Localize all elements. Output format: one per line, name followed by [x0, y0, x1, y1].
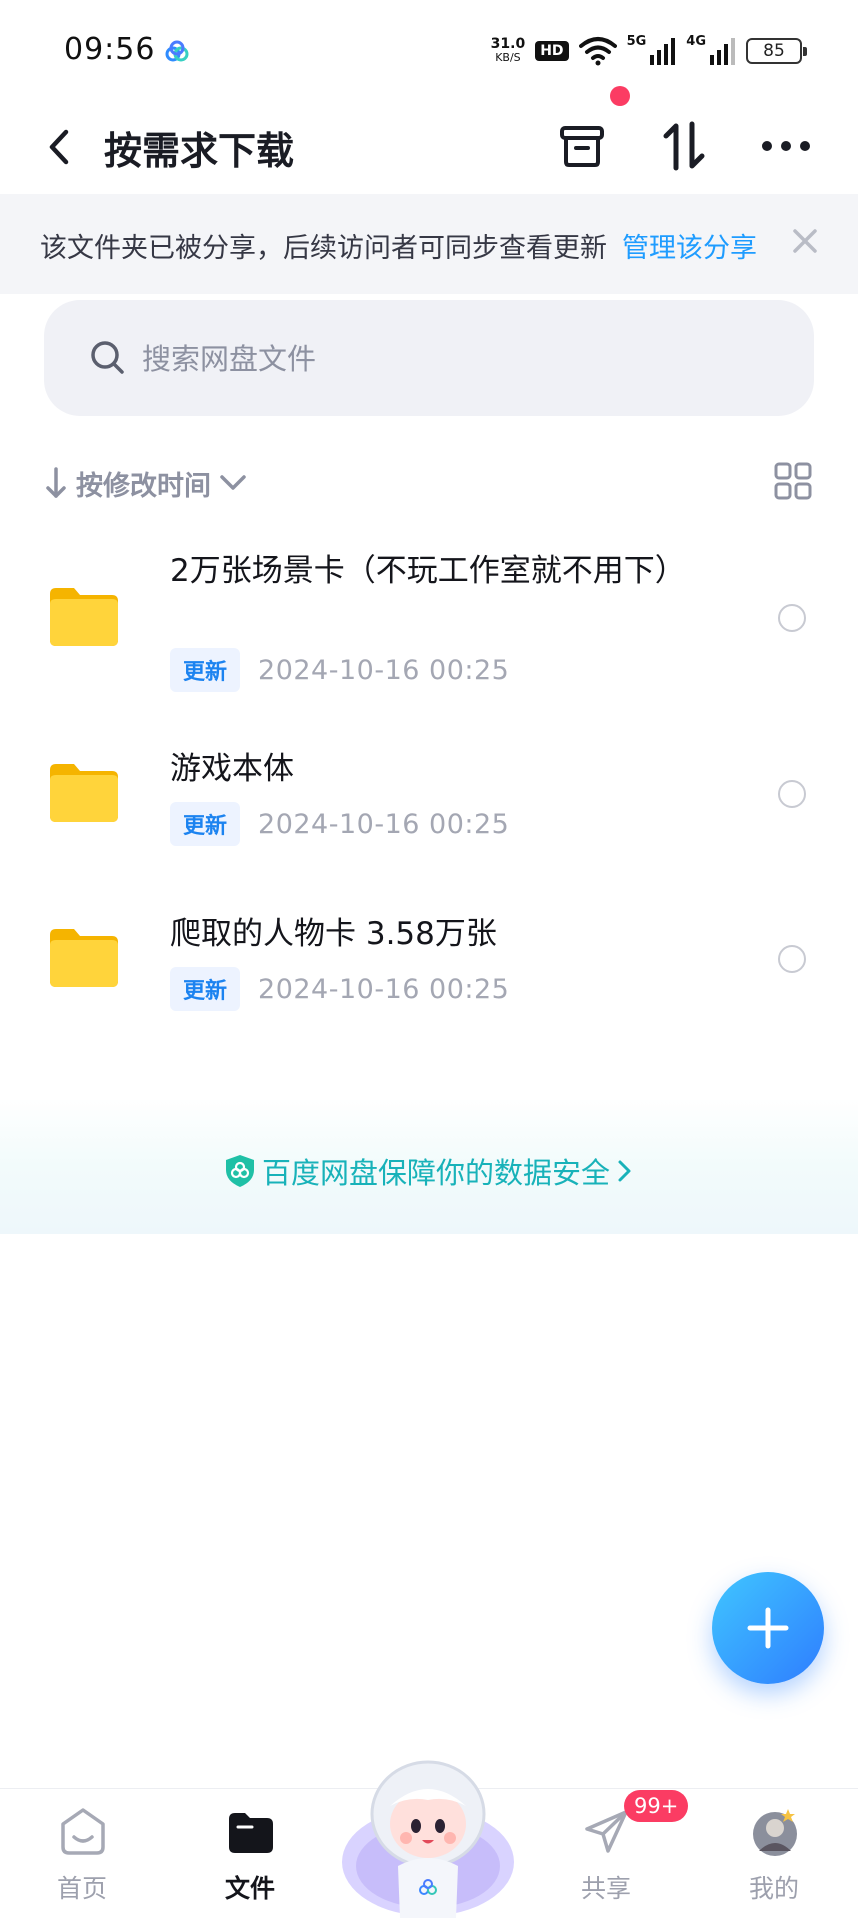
battery-icon: 85: [746, 38, 807, 64]
file-meta: 更新 2024-10-16 00:25: [170, 967, 509, 1011]
tab-profile[interactable]: 我的: [714, 1803, 834, 1913]
network-speed-unit: KB/S: [495, 51, 521, 64]
back-arrow-icon[interactable]: [40, 124, 80, 170]
page-title: 按需求下载: [104, 129, 295, 173]
folder-icon: [50, 764, 118, 822]
folder-tab-icon: [229, 1813, 273, 1853]
file-name: 爬取的人物卡 3.58万张: [170, 916, 497, 952]
transfer-button[interactable]: [652, 114, 716, 178]
tab-files[interactable]: 文件: [190, 1803, 310, 1913]
archive-box-icon: [560, 126, 604, 167]
file-meta: 更新 2024-10-16 00:25: [170, 802, 509, 846]
plus-icon: [747, 1607, 789, 1649]
search-input[interactable]: [140, 336, 744, 382]
shield-icon: [225, 1155, 254, 1187]
file-name: 2万张场景卡（不玩工作室就不用下）: [170, 553, 686, 589]
file-name: 游戏本体: [170, 751, 294, 787]
file-row[interactable]: 2万张场景卡（不玩工作室就不用下） 更新 2024-10-16 00:25: [0, 540, 858, 692]
battery-level: 85: [763, 41, 785, 61]
transfer-icon: [663, 121, 705, 171]
home-icon: [61, 1808, 105, 1855]
network-speed: 31.0 KB/S: [491, 37, 526, 65]
folder-icon: [50, 588, 118, 646]
share-banner: 该文件夹已被分享，后续访问者可同步查看更新 管理该分享: [0, 194, 858, 294]
hd-voice-icon: HD: [535, 41, 569, 61]
select-radio[interactable]: [778, 780, 806, 808]
signal-4g-icon: [710, 38, 735, 65]
tab-label: 文件: [224, 1874, 275, 1903]
network-4g-label: 4G: [686, 34, 706, 49]
file-row[interactable]: 爬取的人物卡 3.58万张 更新 2024-10-16 00:25: [0, 905, 858, 1025]
network-speed-value: 31.0: [490, 36, 526, 52]
file-meta: 更新 2024-10-16 00:25: [170, 648, 509, 692]
add-button[interactable]: [712, 1572, 824, 1684]
status-bar: 09:56 31.0 KB/S HD 5G 4G 85: [0, 0, 858, 100]
security-banner-content: 百度网盘保障你的数据安全: [0, 1150, 858, 1192]
search-icon: [91, 341, 124, 374]
grid-view-icon[interactable]: [774, 462, 812, 500]
update-badge: 更新: [170, 802, 241, 846]
close-icon[interactable]: [790, 226, 820, 256]
app-header: 按需求下载: [0, 100, 858, 194]
wifi-icon: [578, 37, 617, 66]
select-radio[interactable]: [778, 604, 806, 632]
paper-plane-icon: [585, 1810, 628, 1853]
manage-share-link[interactable]: 管理该分享: [622, 226, 757, 265]
security-text: 百度网盘保障你的数据安全: [261, 1156, 610, 1190]
status-time: 09:56: [64, 32, 156, 67]
share-count-badge: 99+: [624, 1790, 689, 1822]
tab-label: 我的: [748, 1874, 799, 1903]
more-icon: [762, 141, 810, 151]
status-indicators: 31.0 KB/S HD 5G 4G 85: [491, 34, 807, 68]
file-date: 2024-10-16 00:25: [258, 973, 510, 1005]
chevron-right-icon: [618, 1160, 631, 1182]
more-button[interactable]: [754, 114, 818, 178]
mascot-button[interactable]: [338, 1742, 518, 1918]
notification-dot: [610, 86, 630, 106]
security-banner[interactable]: 百度网盘保障你的数据安全: [0, 1098, 858, 1234]
tab-label: 共享: [580, 1874, 631, 1903]
update-badge: 更新: [170, 967, 241, 1011]
tab-label: 首页: [56, 1874, 107, 1903]
search-bar[interactable]: [44, 300, 814, 416]
share-banner-text: 该文件夹已被分享，后续访问者可同步查看更新: [40, 233, 607, 264]
update-badge: 更新: [170, 648, 241, 692]
select-radio[interactable]: [778, 945, 806, 973]
sort-arrow-icon: [46, 467, 66, 498]
tab-home[interactable]: 首页: [22, 1803, 142, 1913]
file-date: 2024-10-16 00:25: [258, 654, 510, 686]
network-5g-label: 5G: [626, 34, 647, 49]
archive-button[interactable]: [550, 114, 614, 178]
sort-control[interactable]: 按修改时间: [44, 458, 247, 508]
sort-label: 按修改时间: [76, 470, 211, 502]
file-row[interactable]: 游戏本体 更新 2024-10-16 00:25: [0, 740, 858, 860]
baidu-netdisk-notification-icon: [165, 40, 189, 62]
chevron-down-icon: [220, 475, 246, 490]
signal-5g-icon: [650, 38, 676, 65]
file-date: 2024-10-16 00:25: [258, 808, 510, 840]
folder-icon: [50, 929, 118, 987]
avatar: [753, 1809, 797, 1856]
